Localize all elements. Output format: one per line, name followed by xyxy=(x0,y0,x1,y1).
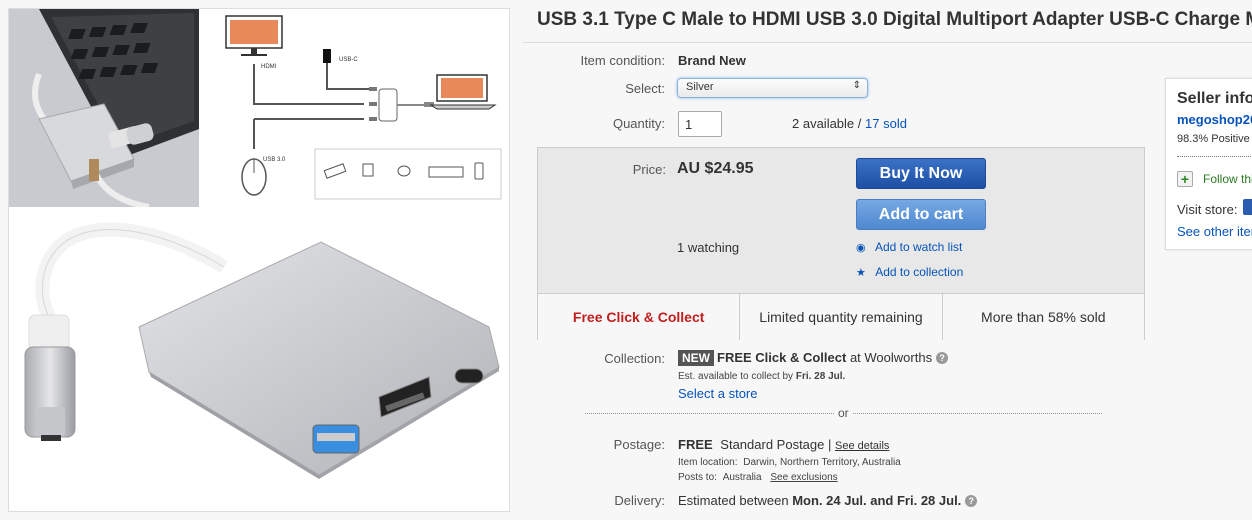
select-store-link[interactable]: Select a store xyxy=(678,386,758,401)
help-icon[interactable]: ? xyxy=(936,352,949,364)
postage-method: Standard Postage | xyxy=(720,437,832,452)
price-value: AU $24.95 xyxy=(677,160,754,177)
postage-free: FREE xyxy=(678,437,713,452)
collection-location: at Woolworths xyxy=(849,350,933,365)
follow-seller-link[interactable]: Follow this seller xyxy=(1203,172,1252,186)
see-details-link[interactable]: See details xyxy=(835,440,889,452)
visit-store-label: Visit store: xyxy=(1177,202,1238,217)
help-icon[interactable]: ? xyxy=(965,495,978,507)
highlight-percent-sold: More than 58% sold xyxy=(981,309,1106,325)
seller-info-panel: Seller info megoshop2017 98.3% Positive … xyxy=(1165,78,1252,250)
buy-it-now-button[interactable]: Buy It Now xyxy=(856,158,986,189)
condition-label: Item condition: xyxy=(580,53,665,68)
posts-to: Posts to: Australia See exclusions xyxy=(678,472,838,483)
collection-label: Collection: xyxy=(604,351,665,366)
delivery-info: Estimated between Mon. 24 Jul. and Fri. … xyxy=(678,493,978,508)
new-badge: NEW xyxy=(678,350,714,366)
item-location-label: Item location: xyxy=(678,457,738,468)
available-count: 2 available / xyxy=(792,116,862,131)
sold-count-link[interactable]: 17 sold xyxy=(865,116,907,131)
title-divider xyxy=(523,42,1252,43)
highlight-limited-quantity: Limited quantity remaining xyxy=(740,294,943,340)
see-exclusions-link[interactable]: See exclusions xyxy=(770,472,837,483)
quantity-availability: 2 available / 17 sold xyxy=(792,116,907,131)
condition-value: Brand New xyxy=(678,53,746,68)
quantity-label: Quantity: xyxy=(612,116,665,131)
seller-heading: Seller info xyxy=(1177,90,1252,107)
add-to-watch-list-link[interactable]: ◉ Add to watch list xyxy=(856,240,962,254)
collection-info: NEW FREE Click & Collect at Woolworths? xyxy=(678,350,949,366)
collection-est-text: Est. available to collect by xyxy=(678,371,794,382)
postage-info: FREE Standard Postage | See details xyxy=(678,437,889,452)
seller-divider xyxy=(1177,156,1252,157)
select-arrows-icon: ⇕ xyxy=(852,80,861,91)
star-icon: ★ xyxy=(856,267,866,279)
seller-name-link[interactable]: megoshop2017 xyxy=(1177,112,1252,127)
laptop-adapter-photo[interactable] xyxy=(9,9,199,207)
watching-count: 1 watching xyxy=(677,240,740,255)
posts-to-label: Posts to: xyxy=(678,472,717,483)
add-to-cart-button[interactable]: Add to cart xyxy=(856,199,986,230)
select-label: Select: xyxy=(625,81,665,96)
click-collect-text: FREE Click & Collect xyxy=(717,350,847,365)
adapter-product-photo[interactable] xyxy=(9,207,509,511)
price-box: Price: AU $24.95 Buy It Now Add to cart … xyxy=(537,147,1145,340)
delivery-label: Delivery: xyxy=(614,493,665,508)
delivery-and: and xyxy=(870,493,894,508)
price-label: Price: xyxy=(632,162,666,177)
plus-icon[interactable]: + xyxy=(1177,171,1193,187)
seller-positive-feedback: 98.3% Positive xyxy=(1177,133,1250,145)
collection-label: Add to collection xyxy=(875,265,964,279)
eye-icon: ◉ xyxy=(856,242,866,254)
or-text: or xyxy=(834,406,853,420)
usbc-label: USB-C xyxy=(339,57,358,63)
highlights-row: Free Click & Collect Limited quantity re… xyxy=(538,293,1144,340)
connection-diagram[interactable]: HDMI USB-C USB 3.0 xyxy=(199,9,509,207)
collection-est-date: Fri. 28 Jul. xyxy=(795,371,846,382)
quantity-input[interactable]: 1 xyxy=(678,111,722,137)
item-location: Item location: Darwin, Northern Territor… xyxy=(678,457,901,468)
variation-select-value: Silver xyxy=(686,81,714,93)
collection-estimate: Est. available to collect by Fri. 28 Jul… xyxy=(678,371,845,382)
highlight-click-collect: Free Click & Collect xyxy=(538,294,741,340)
item-location-value: Darwin, Northern Territory, Australia xyxy=(743,457,901,468)
delivery-date-end: Fri. 28 Jul. xyxy=(896,493,962,508)
hdmi-label: HDMI xyxy=(261,64,277,70)
usb3-label: USB 3.0 xyxy=(263,157,286,163)
postage-label: Postage: xyxy=(613,437,665,452)
listing-title: USB 3.1 Type C Male to HDMI USB 3.0 Digi… xyxy=(537,9,1252,30)
variation-select[interactable]: Silver ⇕ xyxy=(677,78,868,98)
watch-list-label: Add to watch list xyxy=(874,240,963,254)
store-icon[interactable] xyxy=(1243,199,1252,215)
delivery-text: Estimated between xyxy=(678,493,789,508)
product-image-gallery[interactable]: HDMI USB-C USB 3.0 xyxy=(8,8,510,512)
delivery-date-start: Mon. 24 Jul. xyxy=(792,493,867,508)
posts-to-value: Australia xyxy=(722,472,762,483)
see-other-items-link[interactable]: See other items xyxy=(1177,224,1252,239)
add-to-collection-link[interactable]: ★ Add to collection xyxy=(856,265,963,279)
